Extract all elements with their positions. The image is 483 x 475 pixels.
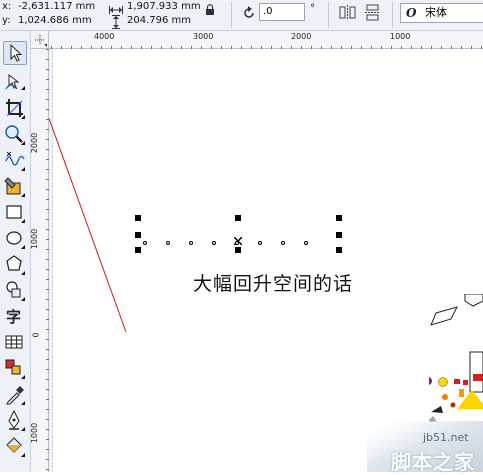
text-tool[interactable]: 字 (3, 305, 27, 329)
ruler-label: 2000 (30, 132, 40, 154)
ruler-label: 1000 (390, 32, 411, 41)
ruler-label: 4000 (94, 32, 115, 41)
toolbox: 字 (0, 31, 31, 472)
font-name: 宋体 (425, 6, 447, 19)
horizontal-ruler[interactable]: 4000 3000 2000 1000 (31, 31, 483, 49)
mirror-horizontal-icon[interactable] (339, 4, 356, 21)
watermark-name: 脚本之家 (391, 450, 475, 474)
text-icon: 字 (6, 308, 21, 326)
eyedropper-tool[interactable] (3, 383, 27, 407)
outline-tool[interactable] (3, 409, 27, 433)
ruler-origin-icon (35, 35, 47, 47)
smart-fill-tool[interactable] (3, 175, 27, 199)
rectangle-tool[interactable] (3, 201, 27, 225)
property-bar: x: -2,631.117 mm y: 1,024.686 mm 1,907.9… (0, 0, 483, 31)
lock-ratio-icon[interactable] (205, 1, 215, 15)
zoom-tool[interactable] (3, 123, 27, 147)
watermark: jb51.net 脚本之家 (367, 421, 483, 474)
red-arrow-annotation (49, 117, 127, 333)
table-tool[interactable] (3, 331, 27, 355)
pick-tool[interactable] (3, 41, 27, 65)
basic-shapes-tool[interactable] (3, 279, 27, 303)
y-position-field[interactable]: 1,024.686 mm (18, 15, 92, 27)
svg-text:字: 字 (6, 308, 21, 326)
rotation-angle-input[interactable]: .0 (259, 3, 305, 21)
y-label: y: (2, 15, 11, 26)
pen-nib-icon (8, 409, 25, 431)
blend-icon (5, 359, 25, 379)
height-field[interactable]: 204.796 mm (127, 15, 191, 27)
degree-symbol: ° (310, 3, 315, 14)
height-icon (110, 14, 122, 29)
separator (328, 2, 329, 28)
shape-node-icon (5, 73, 25, 90)
fill-tool[interactable] (3, 435, 27, 459)
ruler-label: 2000 (291, 32, 312, 41)
mirror-vertical-icon[interactable] (364, 4, 381, 21)
paint-bucket-icon (6, 437, 25, 457)
vertical-ruler[interactable]: 2000 1000 0 1000 (30, 49, 49, 472)
crop-icon (6, 99, 25, 119)
width-icon (109, 1, 123, 14)
ruler-ticks (46, 49, 49, 470)
eyedropper-icon (6, 386, 25, 405)
rotate-icon (242, 5, 256, 19)
crop-tool[interactable] (3, 97, 27, 121)
watermark-site: jb51.net (423, 431, 469, 444)
basic-shapes-icon (6, 281, 25, 301)
ruler-label: 0 (31, 332, 41, 338)
magnifier-icon (5, 125, 25, 145)
pointer-icon (10, 43, 23, 62)
x-position-field[interactable]: -2,631.117 mm (18, 1, 95, 13)
smart-fill-icon (4, 177, 25, 197)
table-icon (5, 335, 23, 349)
blend-tool[interactable] (3, 357, 27, 381)
freehand-curve-icon (5, 151, 25, 171)
drawing-canvas[interactable]: 大幅回升空间的话 (49, 49, 483, 472)
rectangle-icon (6, 205, 25, 223)
polygon-icon (6, 255, 25, 275)
opentype-font-icon: O (406, 6, 417, 20)
polygon-tool[interactable] (3, 253, 27, 277)
ellipse-icon (6, 231, 25, 249)
ruler-label: 1000 (30, 422, 40, 444)
ruler-origin-corner[interactable] (31, 31, 49, 49)
ellipse-tool[interactable] (3, 227, 27, 251)
font-list-dropdown[interactable]: O 宋体 (400, 3, 483, 23)
width-field[interactable]: 1,907.933 mm (127, 1, 201, 13)
separator (392, 2, 393, 28)
separator (231, 2, 232, 28)
ruler-label: 1000 (30, 228, 40, 250)
shape-tool[interactable] (3, 71, 27, 95)
ruler-label: 3000 (193, 32, 214, 41)
x-label: x: (2, 1, 12, 12)
freehand-tool[interactable] (3, 149, 27, 173)
